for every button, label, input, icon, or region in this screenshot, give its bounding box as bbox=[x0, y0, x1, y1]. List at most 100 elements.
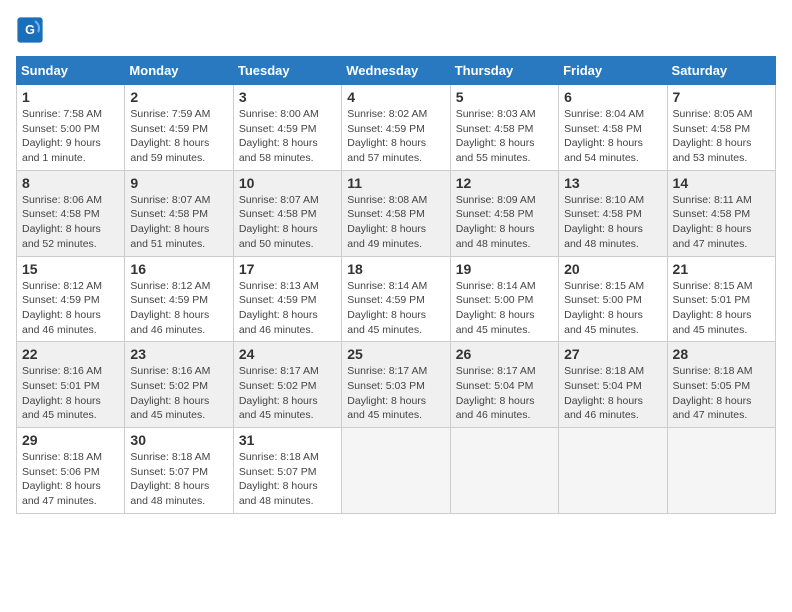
day-info: Sunrise: 8:12 AMSunset: 4:59 PMDaylight:… bbox=[130, 279, 227, 338]
day-info: Sunrise: 7:58 AMSunset: 5:00 PMDaylight:… bbox=[22, 107, 119, 166]
calendar-cell: 13Sunrise: 8:10 AMSunset: 4:58 PMDayligh… bbox=[559, 170, 667, 256]
day-info: Sunrise: 8:15 AMSunset: 5:01 PMDaylight:… bbox=[673, 279, 770, 338]
calendar-cell: 14 Sunrise: 8:11 AMSunset: 4:58 PMDayligh… bbox=[667, 170, 775, 256]
day-info: Sunrise: 8:13 AMSunset: 4:59 PMDaylight:… bbox=[239, 279, 336, 338]
calendar-cell: 21 Sunrise: 8:15 AMSunset: 5:01 PMDayligh… bbox=[667, 256, 775, 342]
day-number: 26 bbox=[456, 346, 553, 362]
calendar-cell: 19 Sunrise: 8:14 AMSunset: 5:00 PMDayligh… bbox=[450, 256, 558, 342]
day-info: Sunrise: 8:02 AMSunset: 4:59 PMDaylight:… bbox=[347, 107, 444, 166]
day-number: 24 bbox=[239, 346, 336, 362]
day-info: Sunrise: 8:18 AMSunset: 5:05 PMDaylight:… bbox=[673, 364, 770, 423]
day-number: 28 bbox=[673, 346, 770, 362]
calendar-cell: 6Sunrise: 8:04 AMSunset: 4:58 PMDaylight… bbox=[559, 85, 667, 171]
day-info: Sunrise: 8:11 AMSunset: 4:58 PMDaylight:… bbox=[673, 193, 770, 252]
day-number: 25 bbox=[347, 346, 444, 362]
calendar-week-3: 15 Sunrise: 8:12 AMSunset: 4:59 PMDayligh… bbox=[17, 256, 776, 342]
day-info: Sunrise: 8:14 AMSunset: 4:59 PMDaylight:… bbox=[347, 279, 444, 338]
day-info: Sunrise: 8:18 AMSunset: 5:06 PMDaylight:… bbox=[22, 450, 119, 509]
day-number: 10 bbox=[239, 175, 336, 191]
weekday-tuesday: Tuesday bbox=[233, 57, 341, 85]
day-number: 3 bbox=[239, 89, 336, 105]
calendar-cell: 5 Sunrise: 8:03 AMSunset: 4:58 PMDaylight… bbox=[450, 85, 558, 171]
day-number: 11 bbox=[347, 175, 444, 191]
calendar-cell: 7 Sunrise: 8:05 AMSunset: 4:58 PMDaylight… bbox=[667, 85, 775, 171]
header: G bbox=[16, 16, 776, 44]
day-number: 18 bbox=[347, 261, 444, 277]
calendar-cell bbox=[667, 428, 775, 514]
calendar-cell: 9 Sunrise: 8:07 AMSunset: 4:58 PMDaylight… bbox=[125, 170, 233, 256]
calendar-week-1: 1 Sunrise: 7:58 AMSunset: 5:00 PMDaylight… bbox=[17, 85, 776, 171]
day-number: 29 bbox=[22, 432, 119, 448]
day-number: 2 bbox=[130, 89, 227, 105]
day-info: Sunrise: 8:18 AMSunset: 5:07 PMDaylight:… bbox=[130, 450, 227, 509]
weekday-saturday: Saturday bbox=[667, 57, 775, 85]
calendar-cell: 10 Sunrise: 8:07 AMSunset: 4:58 PMDayligh… bbox=[233, 170, 341, 256]
calendar-week-4: 22 Sunrise: 8:16 AMSunset: 5:01 PMDayligh… bbox=[17, 342, 776, 428]
day-info: Sunrise: 8:17 AMSunset: 5:02 PMDaylight:… bbox=[239, 364, 336, 423]
day-number: 15 bbox=[22, 261, 119, 277]
day-info: Sunrise: 8:16 AMSunset: 5:01 PMDaylight:… bbox=[22, 364, 119, 423]
calendar-body: 1 Sunrise: 7:58 AMSunset: 5:00 PMDaylight… bbox=[17, 85, 776, 514]
day-info: Sunrise: 8:05 AMSunset: 4:58 PMDaylight:… bbox=[673, 107, 770, 166]
weekday-wednesday: Wednesday bbox=[342, 57, 450, 85]
calendar-cell: 18 Sunrise: 8:14 AMSunset: 4:59 PMDayligh… bbox=[342, 256, 450, 342]
calendar-cell: 29 Sunrise: 8:18 AMSunset: 5:06 PMDayligh… bbox=[17, 428, 125, 514]
day-info: Sunrise: 8:17 AMSunset: 5:04 PMDaylight:… bbox=[456, 364, 553, 423]
calendar-cell bbox=[450, 428, 558, 514]
day-info: Sunrise: 8:18 AMSunset: 5:04 PMDaylight:… bbox=[564, 364, 661, 423]
calendar-table: SundayMondayTuesdayWednesdayThursdayFrid… bbox=[16, 56, 776, 514]
day-info: Sunrise: 8:16 AMSunset: 5:02 PMDaylight:… bbox=[130, 364, 227, 423]
day-number: 19 bbox=[456, 261, 553, 277]
day-number: 5 bbox=[456, 89, 553, 105]
weekday-monday: Monday bbox=[125, 57, 233, 85]
calendar-cell: 28 Sunrise: 8:18 AMSunset: 5:05 PMDayligh… bbox=[667, 342, 775, 428]
weekday-sunday: Sunday bbox=[17, 57, 125, 85]
calendar-cell: 23Sunrise: 8:16 AMSunset: 5:02 PMDayligh… bbox=[125, 342, 233, 428]
weekday-thursday: Thursday bbox=[450, 57, 558, 85]
day-info: Sunrise: 8:18 AMSunset: 5:07 PMDaylight:… bbox=[239, 450, 336, 509]
calendar-week-2: 8 Sunrise: 8:06 AMSunset: 4:58 PMDaylight… bbox=[17, 170, 776, 256]
day-number: 20 bbox=[564, 261, 661, 277]
calendar-cell bbox=[559, 428, 667, 514]
calendar-cell: 3 Sunrise: 8:00 AMSunset: 4:59 PMDaylight… bbox=[233, 85, 341, 171]
day-number: 17 bbox=[239, 261, 336, 277]
day-number: 21 bbox=[673, 261, 770, 277]
day-number: 9 bbox=[130, 175, 227, 191]
day-info: Sunrise: 8:15 AMSunset: 5:00 PMDaylight:… bbox=[564, 279, 661, 338]
day-info: Sunrise: 8:07 AMSunset: 4:58 PMDaylight:… bbox=[130, 193, 227, 252]
weekday-friday: Friday bbox=[559, 57, 667, 85]
day-number: 7 bbox=[673, 89, 770, 105]
day-info: Sunrise: 8:03 AMSunset: 4:58 PMDaylight:… bbox=[456, 107, 553, 166]
day-info: Sunrise: 8:00 AMSunset: 4:59 PMDaylight:… bbox=[239, 107, 336, 166]
day-number: 16 bbox=[130, 261, 227, 277]
day-info: Sunrise: 8:09 AMSunset: 4:58 PMDaylight:… bbox=[456, 193, 553, 252]
calendar-cell: 30 Sunrise: 8:18 AMSunset: 5:07 PMDayligh… bbox=[125, 428, 233, 514]
calendar-cell: 26 Sunrise: 8:17 AMSunset: 5:04 PMDayligh… bbox=[450, 342, 558, 428]
calendar-week-5: 29 Sunrise: 8:18 AMSunset: 5:06 PMDayligh… bbox=[17, 428, 776, 514]
day-number: 1 bbox=[22, 89, 119, 105]
calendar-cell: 20 Sunrise: 8:15 AMSunset: 5:00 PMDayligh… bbox=[559, 256, 667, 342]
day-info: Sunrise: 8:04 AMSunset: 4:58 PMDaylight:… bbox=[564, 107, 661, 166]
day-info: Sunrise: 8:08 AMSunset: 4:58 PMDaylight:… bbox=[347, 193, 444, 252]
svg-text:G: G bbox=[25, 23, 35, 37]
calendar-cell bbox=[342, 428, 450, 514]
calendar-cell: 17 Sunrise: 8:13 AMSunset: 4:59 PMDayligh… bbox=[233, 256, 341, 342]
day-number: 4 bbox=[347, 89, 444, 105]
day-number: 8 bbox=[22, 175, 119, 191]
calendar-cell: 11 Sunrise: 8:08 AMSunset: 4:58 PMDayligh… bbox=[342, 170, 450, 256]
day-info: Sunrise: 8:06 AMSunset: 4:58 PMDaylight:… bbox=[22, 193, 119, 252]
day-number: 22 bbox=[22, 346, 119, 362]
day-number: 12 bbox=[456, 175, 553, 191]
day-number: 30 bbox=[130, 432, 227, 448]
day-info: Sunrise: 8:12 AMSunset: 4:59 PMDaylight:… bbox=[22, 279, 119, 338]
weekday-header: SundayMondayTuesdayWednesdayThursdayFrid… bbox=[17, 57, 776, 85]
calendar-cell: 24 Sunrise: 8:17 AMSunset: 5:02 PMDayligh… bbox=[233, 342, 341, 428]
day-info: Sunrise: 8:14 AMSunset: 5:00 PMDaylight:… bbox=[456, 279, 553, 338]
day-number: 13 bbox=[564, 175, 661, 191]
day-info: Sunrise: 8:07 AMSunset: 4:58 PMDaylight:… bbox=[239, 193, 336, 252]
calendar-cell: 25Sunrise: 8:17 AMSunset: 5:03 PMDayligh… bbox=[342, 342, 450, 428]
day-number: 14 bbox=[673, 175, 770, 191]
calendar-cell: 4 Sunrise: 8:02 AMSunset: 4:59 PMDaylight… bbox=[342, 85, 450, 171]
calendar-cell: 16 Sunrise: 8:12 AMSunset: 4:59 PMDayligh… bbox=[125, 256, 233, 342]
logo-icon: G bbox=[16, 16, 44, 44]
